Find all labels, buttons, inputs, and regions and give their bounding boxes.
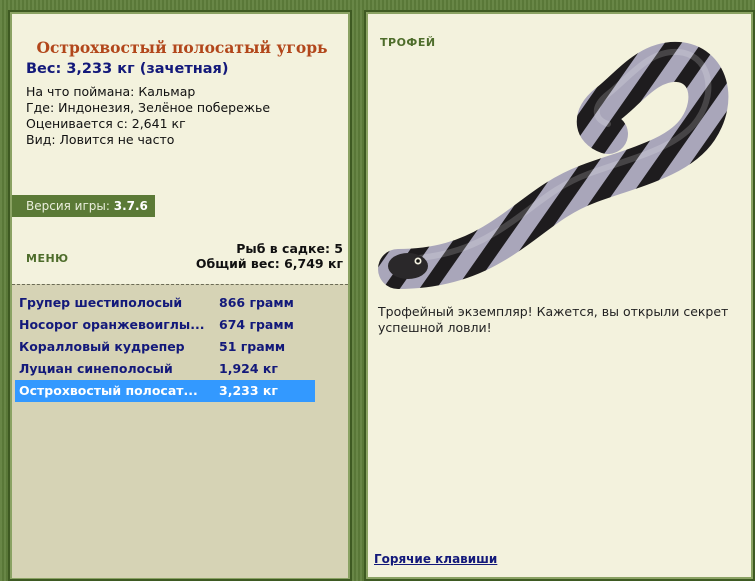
keepnet-count: Рыб в садке: 5: [236, 241, 343, 256]
catch-item-name: Острохвостый полосат...: [19, 383, 198, 398]
catch-item-name: Луциан синеполосый: [19, 361, 173, 376]
catch-list-item[interactable]: Групер шестиполосый 866 грамм: [15, 292, 315, 314]
hotkeys-link[interactable]: Горячие клавиши: [374, 552, 497, 566]
fish-info-panel: Острохвостый полосатый угорь Вес: 3,233 …: [8, 10, 352, 581]
catch-item-weight: 1,924 кг: [219, 361, 278, 376]
fish-title: Острохвостый полосатый угорь: [36, 38, 328, 57]
catch-list-item[interactable]: Луциан синеполосый 1,924 кг: [15, 358, 315, 380]
fish-weight: Вес: 3,233 кг (зачетная): [26, 61, 229, 77]
version-value: 3.7.6: [113, 199, 148, 213]
catch-item-weight: 674 грамм: [219, 317, 294, 332]
fish-rarity: Вид: Ловится не часто: [26, 132, 175, 147]
catch-item-weight: 3,233 кг: [219, 383, 278, 398]
catch-list-item[interactable]: Коралловый кудрепер 51 грамм: [15, 336, 315, 358]
fish-location: Где: Индонезия, Зелёное побережье: [26, 100, 271, 115]
fish-valued-from: Оценивается с: 2,641 кг: [26, 116, 186, 131]
catch-list: Групер шестиполосый 866 грамм Носорог ор…: [12, 284, 348, 578]
catch-item-weight: 866 грамм: [219, 295, 294, 310]
menu-button[interactable]: МЕНЮ: [26, 252, 69, 265]
catch-item-name: Групер шестиполосый: [19, 295, 183, 310]
catch-item-weight: 51 грамм: [219, 339, 286, 354]
trophy-message: Трофейный экземпляр! Кажется, вы открыли…: [378, 304, 729, 335]
fish-bait: На что поймана: Кальмар: [26, 84, 196, 99]
catch-item-name: Носорог оранжевоиглы...: [19, 317, 205, 332]
trophy-panel: ТРОФЕЙ Трофейный экземпляр! Кажется, вы …: [364, 10, 755, 581]
keepnet-total-weight: Общий вес: 6,749 кг: [195, 256, 343, 271]
catch-list-item[interactable]: Носорог оранжевоиглы... 674 грамм: [15, 314, 315, 336]
version-label: Версия игры:: [26, 199, 110, 213]
catch-list-item-selected[interactable]: Острохвостый полосат... 3,233 кг: [15, 380, 315, 402]
catch-item-name: Коралловый кудрепер: [19, 339, 185, 354]
eel-image: [378, 42, 729, 289]
version-bar: Версия игры: 3.7.6: [12, 195, 155, 217]
trophy-label: ТРОФЕЙ: [380, 36, 436, 49]
